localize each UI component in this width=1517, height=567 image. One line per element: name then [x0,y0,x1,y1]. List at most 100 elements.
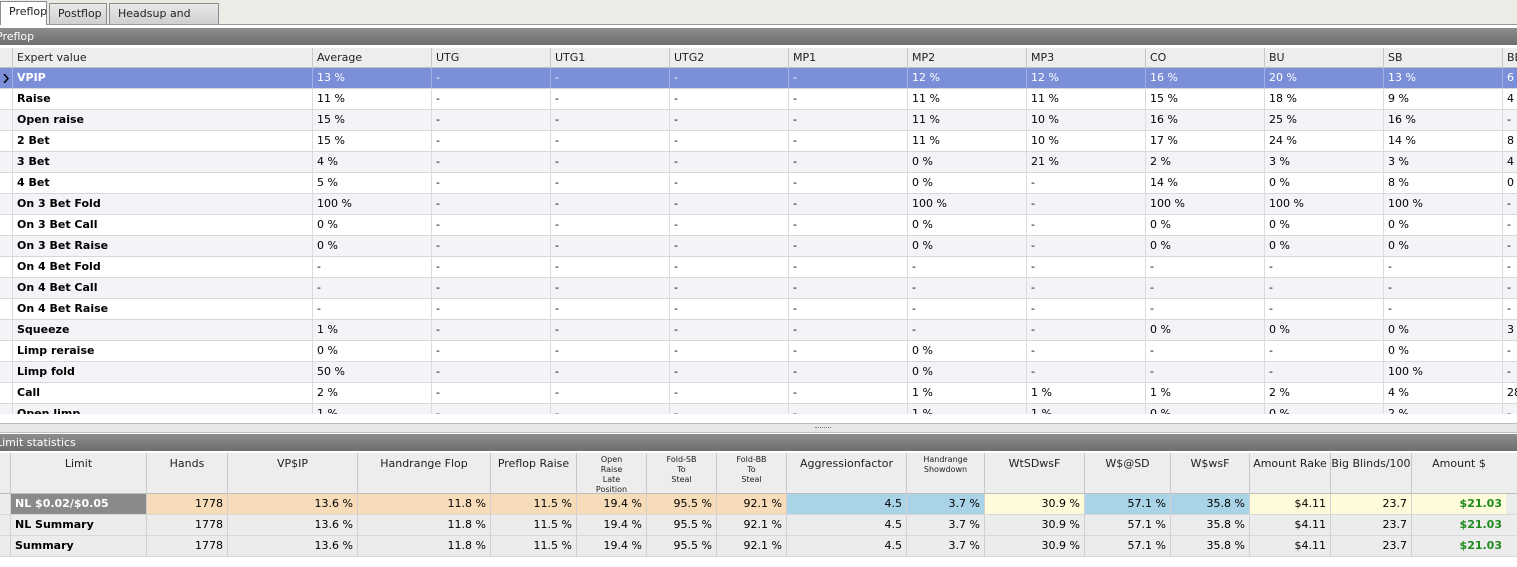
column-header[interactable]: Preflop Raise [490,453,576,494]
table-cell: 3 % [1383,152,1502,172]
column-header[interactable]: Handrange Flop [357,453,490,494]
column-header[interactable]: Expert value [12,48,312,68]
table-cell: 35.8 % [1170,494,1249,514]
table-cell: 11.8 % [357,494,490,514]
table-cell: - [431,89,550,109]
column-header[interactable]: WtSDwsF [984,453,1084,494]
table-row[interactable]: On 4 Bet Raise - - - - - - - - - - - [0,299,1517,320]
row-label: 2 Bet [12,131,312,151]
table-row[interactable]: On 3 Bet Fold 100 % - - - -100 % -100 % 100 % 10… [0,194,1517,215]
table-cell: - [1264,257,1383,277]
table-row[interactable]: On 3 Bet Raise 0 % - - - -0 % -0 % 0 % 0 % - [0,236,1517,257]
column-header[interactable]: BB [1502,48,1517,68]
column-header[interactable]: Aggressionfactor [786,453,906,494]
table-cell: 13.6 % [227,536,357,556]
column-header[interactable]: BU [1264,48,1383,68]
table-row[interactable]: Summary 1778 13.6 % 11.8 % 11.5 % 19.4 % 95.5 … [0,536,1517,557]
column-header[interactable]: Amount $ [1411,453,1506,494]
column-header[interactable]: W$@SD [1084,453,1170,494]
column-header[interactable]: Limit [10,453,146,494]
preflop-grid[interactable]: Expert value Average UTG UTG1 UTG2 MP1 MP2 MP3 C… [0,48,1517,414]
table-cell: - [1145,341,1264,361]
table-cell: 0 % [907,215,1026,235]
column-header[interactable]: Average [312,48,431,68]
table-cell: - [1502,257,1517,277]
column-header[interactable]: VP$IP [227,453,357,494]
table-row[interactable]: Call2 %----1 %1 %1 %2 %4 %28 [0,383,1517,404]
limit-statistics-grid[interactable]: Limit Hands VP$IP Handrange Flop Preflop Rai… [0,453,1517,567]
table-cell: 11 % [907,110,1026,130]
column-header[interactable]: UTG1 [550,48,669,68]
tab-postflop[interactable]: Postflop [49,3,107,24]
table-cell: 1 % [907,383,1026,403]
table-cell: 92.1 % [716,515,786,535]
table-row[interactable]: Open limp 1 % - - - -1 % 1 % 0 % 0 % 2 % - [0,404,1517,414]
table-row[interactable]: On 4 Bet Call - - - - - - - - - - - [0,278,1517,299]
column-header[interactable]: Big Blinds/100 [1330,453,1411,494]
table-cell: 9 % [1383,89,1502,109]
column-header[interactable]: CO [1145,48,1264,68]
table-cell: 0 % [1145,404,1264,414]
table-row[interactable]: Squeeze1 %------0 %0 %0 %3 % [0,320,1517,341]
splitter-grip-icon[interactable] [815,427,831,430]
table-cell: - [550,362,669,382]
table-cell: 1 % [312,404,431,414]
table-cell: - [431,320,550,340]
panel-splitter[interactable] [0,423,1517,433]
table-cell: 0 % [907,362,1026,382]
column-header[interactable]: MP1 [788,48,907,68]
column-header[interactable]: Hands [146,453,227,494]
column-header[interactable]: MP3 [1026,48,1145,68]
table-cell: - [431,152,550,172]
table-cell: - [1026,236,1145,256]
table-row[interactable]: On 4 Bet Fold - - - - - - - - - - - [0,257,1517,278]
table-cell: - [788,131,907,151]
table-row[interactable]: On 3 Bet Call 0 % - - - -0 % -0 % 0 % 0 % - [0,215,1517,236]
column-header[interactable]: Fold-BB To Steal [716,453,786,494]
table-cell: 100 % [1383,362,1502,382]
table-cell: - [550,68,669,88]
table-cell: 4 % [1502,152,1517,172]
table-row[interactable]: 4 Bet5 %----0 %-14 %0 %8 %0 % [0,173,1517,194]
table-cell: 12 % [1026,68,1145,88]
table-cell: 0 % [907,341,1026,361]
table-cell: 21 % [1026,152,1145,172]
table-cell: 0 % [1264,236,1383,256]
table-cell: - [431,236,550,256]
table-cell: 10 % [1026,110,1145,130]
table-row[interactable]: VPIP13 %----12 %12 %16 %20 %13 %6 % [0,68,1517,89]
table-cell: - [669,404,788,414]
table-row[interactable]: 2 Bet15 %----11 %10 %17 %24 %14 %8 % [0,131,1517,152]
table-cell: - [788,152,907,172]
column-header[interactable]: Fold-SB To Steal [646,453,716,494]
tab-preflop[interactable]: Preflop [0,1,47,25]
table-cell: 1 % [1026,383,1145,403]
table-row[interactable]: 3 Bet4 %----0 %21 %2 %3 %3 %4 % [0,152,1517,173]
table-cell: - [1026,362,1145,382]
table-cell: - [550,383,669,403]
column-header[interactable]: Handrange Showdown [906,453,984,494]
table-cell: - [550,173,669,193]
column-header[interactable]: MP2 [907,48,1026,68]
table-row[interactable]: Raise11 %----11 %11 %15 %18 %9 %4 % [0,89,1517,110]
column-header[interactable]: Open Raise Late Position [576,453,646,494]
table-cell: 13.6 % [227,515,357,535]
table-cell: - [431,362,550,382]
table-row[interactable]: NL Summary 1778 13.6 % 11.8 % 11.5 % 19.4 % 95… [0,515,1517,536]
table-row[interactable]: Limp fold 50 % - - - -0 % - - -100 % - [0,362,1517,383]
table-cell: - [669,173,788,193]
column-header[interactable]: SB [1383,48,1502,68]
column-header[interactable]: W$wsF [1170,453,1249,494]
table-cell: - [1145,278,1264,298]
table-row[interactable]: Limp reraise 0 % - - - -0 % - - -0 % - [0,341,1517,362]
table-cell: 19.4 % [576,494,646,514]
table-cell: 35.8 % [1170,515,1249,535]
table-row[interactable]: Open raise 15 % - - - -11 % 10 % 16 % 25 % 16 % - [0,110,1517,131]
table-cell: - [1145,299,1264,319]
column-header[interactable]: UTG2 [669,48,788,68]
tab-headsup-and-steal[interactable]: Headsup and Steal [109,3,219,40]
column-header[interactable]: Amount Rake [1249,453,1330,494]
column-header[interactable]: UTG [431,48,550,68]
table-row[interactable]: NL $0.02/$0.05 1778 13.6 % 11.8 % 11.5 % 19.4… [0,494,1517,515]
table-cell: 4 % [1383,383,1502,403]
